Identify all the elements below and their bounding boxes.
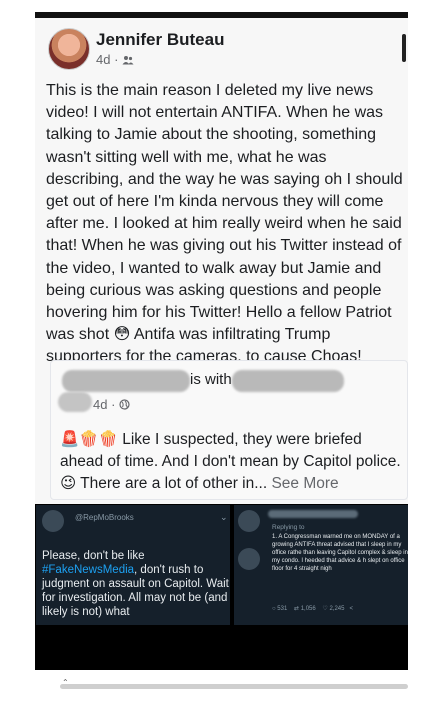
redacted-tweet-name	[268, 510, 358, 518]
like-icon: ♡	[322, 606, 328, 612]
post-text: This is the main reason I deleted my liv…	[46, 82, 403, 366]
tweet-left-text-before: Please, don't be like	[42, 550, 145, 562]
tweet-hashtag: #FakeNewsMedia	[42, 564, 135, 576]
retweet-count: 1,056	[300, 606, 316, 612]
reply-icon: ○	[272, 606, 276, 612]
redacted-avatar	[58, 392, 92, 412]
retweet-icon: ⇄	[293, 606, 300, 612]
tweet-right-avatar	[238, 510, 260, 532]
author-avatar[interactable]	[48, 28, 90, 70]
siren-popcorn-emojis: 🚨🍿🍿	[60, 431, 118, 448]
tweet-replying-to: Replying to	[272, 524, 305, 531]
like-count: 2,245	[329, 606, 345, 612]
tweet-right-text: 1. A Congressman warned me on MONDAY of …	[272, 534, 408, 572]
redacted-name	[62, 370, 190, 392]
top-status-bar	[35, 12, 408, 18]
tweet-handle: @RepMoBrooks	[75, 513, 134, 522]
reply-count: 531	[277, 606, 288, 612]
post-meta: 4d ·	[96, 52, 134, 68]
globe-icon	[119, 398, 130, 413]
shared-separator: ·	[111, 397, 116, 412]
friends-icon	[122, 53, 134, 68]
shared-timestamp[interactable]: 4d	[93, 397, 107, 412]
share-icon: <	[349, 606, 353, 612]
chevron-down-icon: ⌄	[220, 512, 228, 522]
meta-separator: ·	[114, 52, 119, 67]
post-author-name[interactable]: Jennifer Buteau	[96, 30, 224, 50]
tweet-left-text: Please, don't be like #FakeNewsMedia, do…	[42, 549, 232, 619]
shared-post-text: 🚨🍿🍿 Like I suspected, they were briefed …	[60, 429, 404, 495]
post-timestamp[interactable]: 4d	[96, 52, 110, 67]
edge-handle	[402, 34, 406, 62]
tweet-stats: ○ 531 ⇄ 1,056 ♡ 2,245 <	[272, 605, 353, 612]
tweet-avatar	[42, 510, 64, 532]
shared-meta: 4d ·	[93, 397, 130, 413]
tweet-right-avatar-reply	[238, 548, 260, 570]
see-more-link[interactable]: See More	[271, 475, 338, 492]
shared-is-with: is with	[190, 371, 232, 388]
scrollbar[interactable]	[60, 684, 408, 689]
redacted-tagged-name	[232, 370, 344, 392]
